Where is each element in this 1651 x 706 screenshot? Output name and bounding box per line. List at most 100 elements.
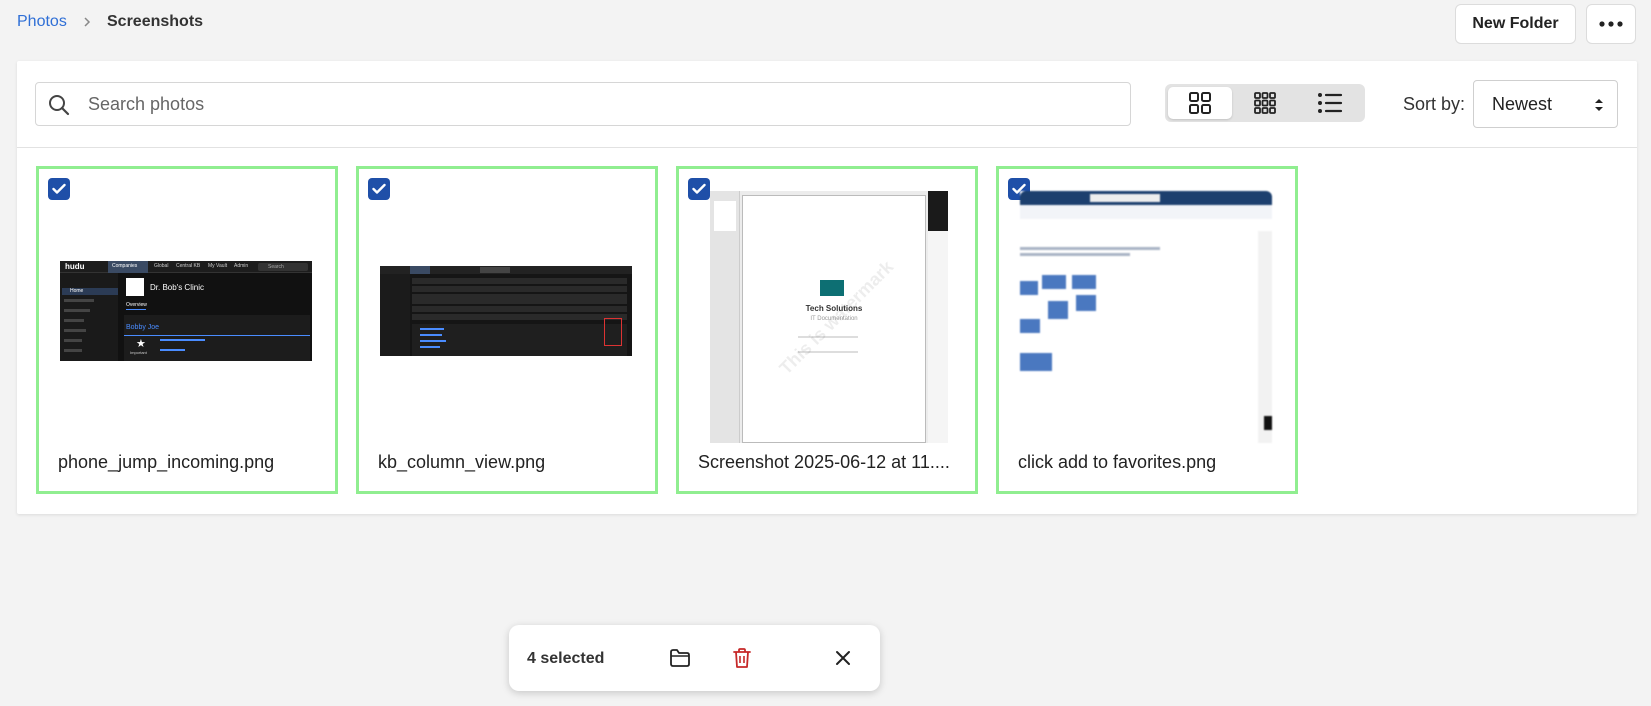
- selected-count: 4 selected: [527, 650, 605, 667]
- large-grid-icon: [1189, 92, 1211, 114]
- thumb-page-mini: [714, 201, 736, 231]
- photo-name: click add to favorites.png: [1018, 452, 1217, 472]
- top-bar: Photos Screenshots New Folder: [0, 0, 1651, 46]
- thumb-link: [420, 346, 440, 348]
- check-icon: [52, 183, 66, 194]
- photo-card[interactable]: click add to favorites.png: [996, 166, 1298, 494]
- photo-name: kb_column_view.png: [378, 452, 546, 472]
- thumb-search: [1090, 194, 1160, 202]
- thumb-line: [1020, 253, 1130, 256]
- thumb-menu-my-vault: My Vault: [208, 263, 228, 269]
- sort-caret-icon: [1595, 99, 1603, 111]
- photo-card[interactable]: hudu Companies Global Central KB My Vaul…: [36, 166, 338, 494]
- thumb-row: [412, 294, 627, 304]
- photo-thumbnail: [380, 266, 632, 356]
- view-list-button[interactable]: [1298, 87, 1362, 119]
- search-input[interactable]: [88, 83, 1118, 125]
- thumb-node: [1020, 319, 1040, 333]
- view-mode-toggle: [1165, 84, 1365, 122]
- small-grid-icon: [1254, 92, 1276, 114]
- photo-thumbnail: Tech Solutions IT Documentation This is …: [710, 191, 948, 443]
- view-small-grid-button[interactable]: [1233, 87, 1297, 119]
- check-icon: [372, 183, 386, 194]
- thumb-sidebar-line: [64, 309, 90, 312]
- new-folder-button[interactable]: New Folder: [1455, 4, 1576, 44]
- chevron-right-icon: [84, 17, 91, 27]
- search-icon: [49, 95, 70, 116]
- folder-icon: [670, 649, 690, 667]
- photo-thumbnail: hudu Companies Global Central KB My Vaul…: [60, 261, 312, 361]
- breadcrumb-photos-link[interactable]: Photos: [17, 13, 67, 31]
- selection-action-bar: 4 selected: [509, 625, 880, 691]
- thumb-row: [412, 306, 627, 312]
- breadcrumb-current: Screenshots: [107, 13, 204, 30]
- thumb-row: [412, 278, 627, 284]
- move-to-folder-button[interactable]: [666, 644, 694, 672]
- thumb-link: [420, 328, 444, 330]
- thumb-contact-name: Bobby Joe: [126, 324, 160, 331]
- thumb-node: [1048, 301, 1068, 319]
- thumb-sidebar-line: [64, 299, 94, 302]
- thumb-menu-central-kb: Central KB: [176, 263, 201, 269]
- list-icon: [1318, 93, 1343, 113]
- thumb-side-panel-light: [928, 231, 948, 443]
- more-options-button[interactable]: [1586, 4, 1636, 44]
- thumb-sidebar-line: [64, 329, 86, 332]
- thumb-sidebar-line: [64, 339, 82, 342]
- thumb-node: [1072, 275, 1096, 289]
- thumb-link: [160, 349, 185, 351]
- photo-card[interactable]: kb_column_view.png: [356, 166, 658, 494]
- checkbox-checked[interactable]: [48, 178, 70, 200]
- sort-value: Newest: [1492, 94, 1553, 114]
- ellipsis-icon: [1599, 21, 1623, 27]
- close-icon: [836, 651, 850, 665]
- thumb-active-tab: [410, 266, 430, 274]
- thumb-menu-global: Global: [154, 263, 169, 269]
- thumb-node: [1020, 281, 1038, 295]
- thumb-divider: [124, 335, 310, 336]
- check-icon: [692, 183, 706, 194]
- thumb-link: [420, 340, 446, 342]
- thumb-search-text: Search: [268, 264, 284, 270]
- sort-select[interactable]: Newest: [1473, 80, 1618, 128]
- photo-name: phone_jump_incoming.png: [58, 452, 275, 472]
- star-icon: ★: [136, 338, 146, 350]
- thumb-content-card: [124, 315, 310, 361]
- checkbox-checked[interactable]: [368, 178, 390, 200]
- thumb-node: [1042, 275, 1066, 289]
- thumb-menu-admin: Admin: [234, 263, 249, 269]
- thumb-link: [420, 334, 442, 336]
- thumb-brand: hudu: [65, 262, 85, 271]
- thumb-search: [480, 267, 510, 273]
- sort-label: Sort by:: [1403, 94, 1466, 114]
- thumb-clinic-logo: [126, 278, 144, 296]
- view-large-grid-button[interactable]: [1168, 87, 1232, 119]
- delete-button[interactable]: [728, 644, 756, 672]
- thumb-tab-overview: Overview: [126, 302, 147, 308]
- thumb-side-panel: [1258, 231, 1272, 443]
- photo-thumbnail: [1020, 191, 1272, 443]
- divider: [17, 147, 1637, 148]
- thumb-sidebar-line: [64, 319, 84, 322]
- thumb-sidebar: [380, 274, 410, 356]
- checkbox-checked[interactable]: [688, 178, 710, 200]
- thumb-highlight: [604, 318, 622, 346]
- search-box[interactable]: [35, 82, 1131, 126]
- photo-card[interactable]: Tech Solutions IT Documentation This is …: [676, 166, 978, 494]
- thumb-sidebar-line: [64, 349, 82, 352]
- thumb-sidebar: [60, 273, 118, 361]
- trash-icon: [733, 648, 751, 668]
- clear-selection-button[interactable]: [829, 644, 857, 672]
- thumb-link: [160, 339, 205, 341]
- thumb-important: Important: [130, 350, 147, 355]
- thumb-logo: [820, 280, 844, 296]
- thumb-sidebar-home: Home: [70, 288, 84, 294]
- thumb-clinic-name: Dr. Bob's Clinic: [150, 283, 204, 292]
- thumb-line: [1020, 247, 1160, 250]
- thumb-node: [1076, 295, 1096, 311]
- thumb-tab-underline: [126, 309, 146, 310]
- thumb-node: [1020, 353, 1052, 371]
- thumb-subnav: [1020, 205, 1272, 219]
- thumb-marker: [1264, 416, 1272, 430]
- thumb-row: [412, 314, 627, 320]
